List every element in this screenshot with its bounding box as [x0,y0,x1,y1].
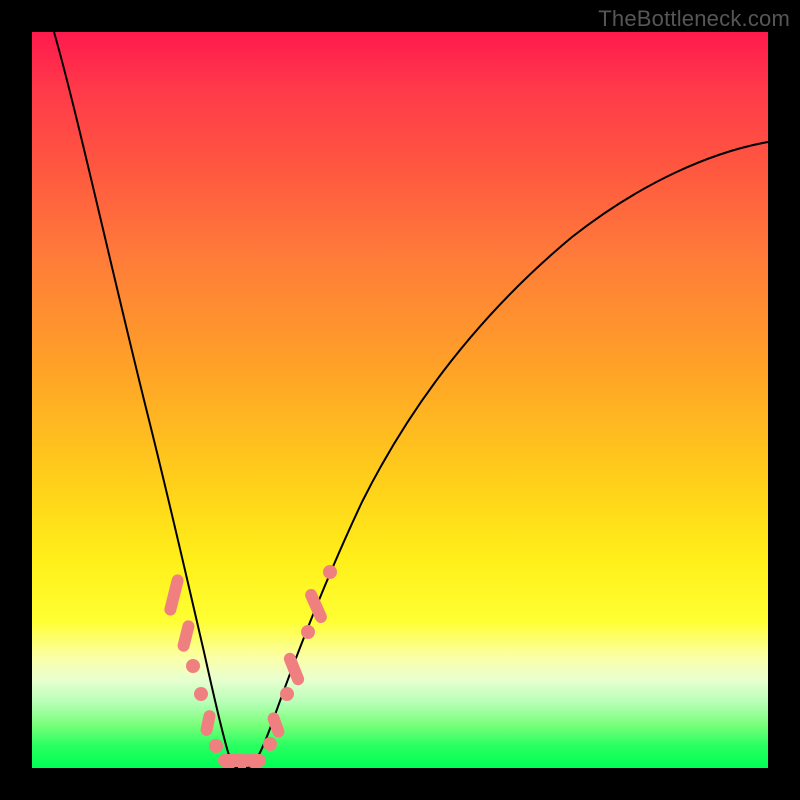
curve-right-branch [246,142,768,768]
marker-group [163,565,337,767]
marker-dot [263,737,277,751]
marker-dot [186,659,200,673]
marker-capsule [176,619,195,653]
chart-svg [32,32,768,768]
marker-dot [323,565,337,579]
marker-capsule [303,587,329,625]
marker-capsule [163,573,185,617]
marker-capsule [199,709,216,737]
marker-capsule [266,711,286,740]
marker-capsule [244,754,266,767]
plot-area [32,32,768,768]
marker-dot [194,687,208,701]
marker-dot [301,625,315,639]
curve-left-branch [54,32,238,768]
chart-frame: TheBottleneck.com [0,0,800,800]
marker-dot [209,739,223,753]
marker-dot [280,687,294,701]
watermark-text: TheBottleneck.com [598,6,790,32]
marker-capsule [282,651,306,687]
